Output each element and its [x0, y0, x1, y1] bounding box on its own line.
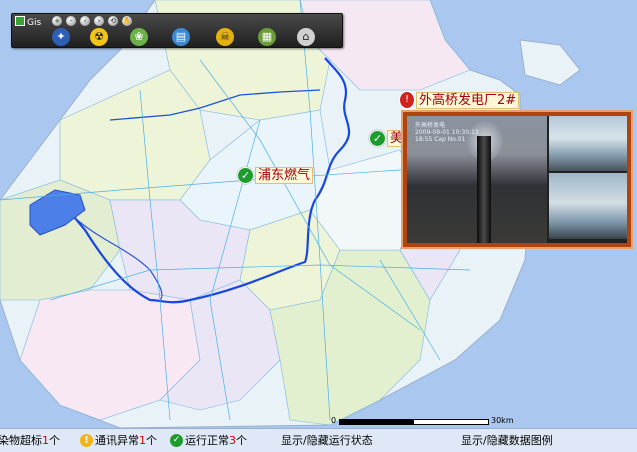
video-overlay-line: 18:55 Cap No.01 [415, 136, 466, 143]
status-bar: 染物超标 1 个 ! 通讯异常 1 个 ✓ 运行正常 3 个 显示/隐藏运行状态 显示/隐藏数据… [0, 428, 637, 452]
toolbar-title-text: Gis [27, 18, 42, 28]
zoom-in-icon[interactable]: + [52, 16, 62, 26]
scale-bar: 0 30km [331, 416, 514, 427]
marker-waigaoqiao-power-plant[interactable]: ! 外高桥发电厂2# [399, 91, 520, 109]
status-exceed[interactable]: 染物超标 1 个 [0, 432, 60, 448]
video-overlay-line: 外高桥发电 [415, 122, 446, 129]
video-overlay-line: 2009-09-01 10:30:13 [415, 129, 479, 136]
factory-icon[interactable]: ⌂ [297, 28, 315, 46]
status-normal-count: 3 [229, 433, 236, 447]
alarm-pin-icon: ! [399, 91, 415, 109]
status-normal[interactable]: ✓ 运行正常 3 个 [170, 432, 247, 448]
status-comm-unit: 个 [146, 434, 157, 447]
status-exceed-unit: 个 [49, 434, 60, 447]
scale-bar-graphic [339, 419, 489, 425]
toolbar-title: Gis [15, 16, 41, 28]
toggle-data-legend-link[interactable]: 显示/隐藏数据图例 [461, 432, 553, 448]
building-icon[interactable]: ▦ [258, 28, 276, 46]
status-exceed-label: 染物超标 [0, 434, 42, 447]
chimney [477, 136, 491, 243]
marker-label: 外高桥发电厂2# [416, 91, 520, 109]
pan-right-icon[interactable]: › [94, 16, 104, 26]
video-overlay-text: 外高桥发电 2009-09-01 10:30:13 18:55 Cap No.0… [415, 122, 479, 143]
status-comm-count: 1 [139, 433, 146, 447]
status-exceed-count: 1 [42, 433, 49, 447]
toggle-run-status-link[interactable]: 显示/隐藏运行状态 [281, 432, 373, 448]
video-sub-view-1 [549, 116, 627, 171]
video-sub-view-2 [549, 173, 627, 239]
status-normal-label: 运行正常 [185, 434, 229, 447]
database-icon[interactable]: ▤ [172, 28, 190, 46]
hazard-icon[interactable]: ☠ [216, 28, 234, 46]
status-comm-abnormal[interactable]: ! 通讯异常 1 个 [80, 432, 157, 448]
video-frame: 外高桥发电 2009-09-01 10:30:13 18:55 Cap No.0… [407, 116, 627, 243]
hand-icon[interactable]: ✋ [122, 16, 132, 26]
zoom-out-icon[interactable]: - [66, 16, 76, 26]
scale-end-label: 30km [491, 416, 514, 425]
check-icon: ✓ [170, 433, 183, 447]
check-icon: ✓ [369, 130, 386, 147]
compass-icon[interactable]: ✦ [52, 28, 70, 46]
status-comm-label: 通讯异常 [95, 434, 139, 447]
pan-left-icon[interactable]: ‹ [80, 16, 90, 26]
radiation-icon[interactable]: ☢ [90, 28, 108, 46]
gis-logo-icon [15, 16, 25, 26]
marker-pudong-gas[interactable]: ✓ 浦东燃气 [237, 167, 314, 184]
status-normal-unit: 个 [236, 434, 247, 447]
refresh-icon[interactable]: ⟲ [108, 16, 118, 26]
video-popup[interactable]: 外高桥发电 2009-09-01 10:30:13 18:55 Cap No.0… [401, 110, 633, 249]
warning-icon: ! [80, 433, 93, 447]
map-toolbar: Gis + - ‹ › ⟲ ✋ ✦ ☢ ❀ ▤ ☠ ▦ ⌂ [11, 13, 343, 48]
scale-start-label: 0 [331, 416, 337, 425]
check-icon: ✓ [237, 167, 254, 184]
marker-label: 浦东燃气 [255, 167, 314, 184]
pollution-icon[interactable]: ❀ [130, 28, 148, 46]
video-main-view: 外高桥发电 2009-09-01 10:30:13 18:55 Cap No.0… [407, 116, 547, 243]
